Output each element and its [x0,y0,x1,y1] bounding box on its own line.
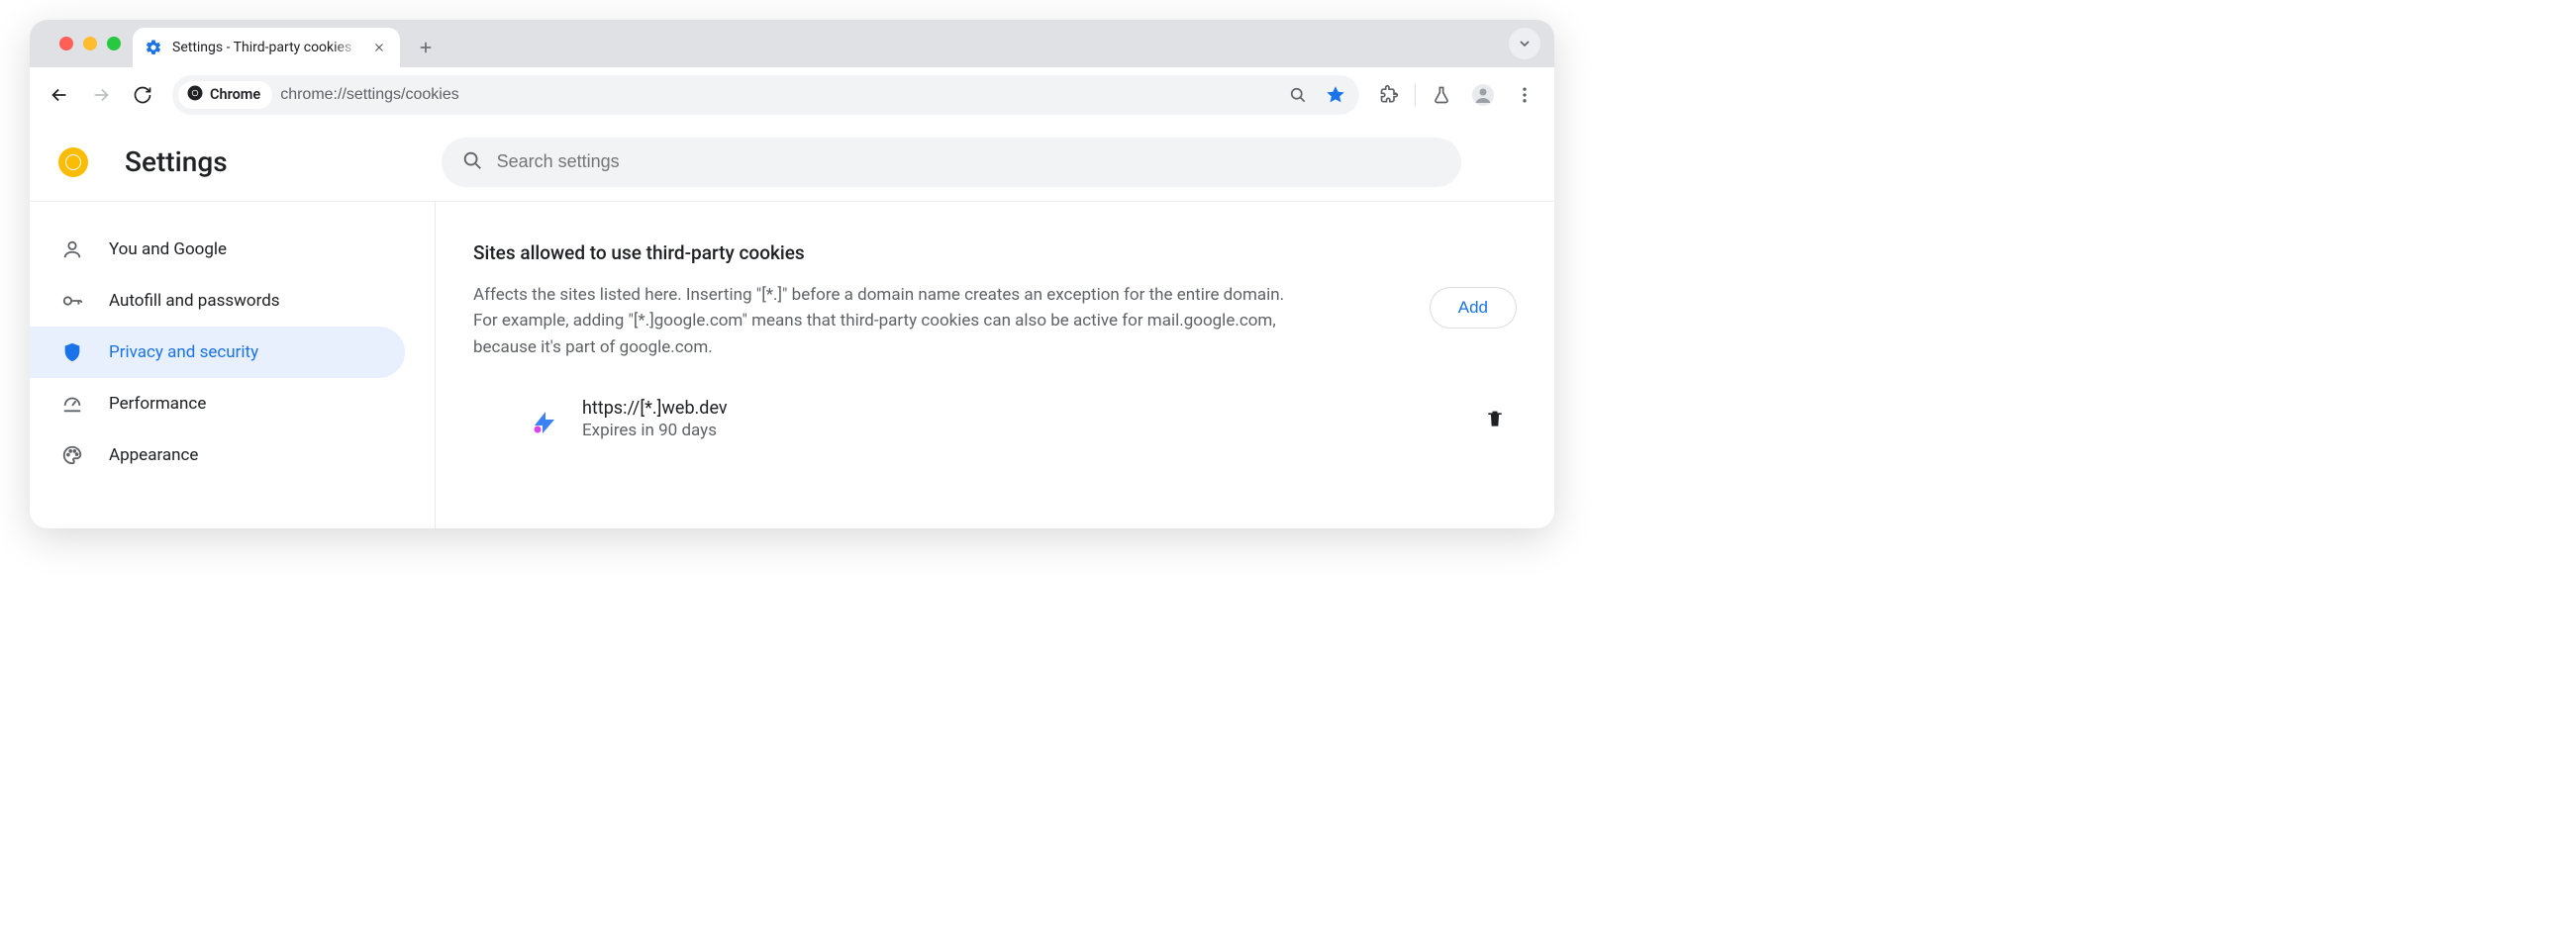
section-title: Sites allowed to use third-party cookies [473,241,1406,264]
close-tab-button[interactable] [370,39,388,56]
sidebar: You and Google Autofill and passwords Pr… [30,202,436,528]
section-header: Sites allowed to use third-party cookies… [473,241,1517,360]
search-settings-field[interactable] [442,138,1461,187]
browser-window: Settings - Third-party cookies [30,20,1554,528]
labs-button[interactable] [1424,77,1459,113]
page-title: Settings [125,145,228,178]
sidebar-item-you-and-google[interactable]: You and Google [30,224,405,275]
main-content: Sites allowed to use third-party cookies… [436,202,1554,528]
divider [1415,84,1416,106]
site-favicon-icon [529,404,560,435]
maximize-window-button[interactable] [107,37,121,50]
tab-strip: Settings - Third-party cookies [30,20,1554,67]
bookmark-star-icon[interactable] [1322,81,1349,109]
toolbar: Chrome [30,67,1554,123]
sidebar-item-label: Autofill and passwords [109,291,280,311]
reload-button[interactable] [125,77,160,113]
speedometer-icon [61,393,83,415]
tab-search-button[interactable] [1509,28,1540,59]
gear-icon [145,39,162,56]
sidebar-item-label: Privacy and security [109,342,258,362]
site-expiry: Expires in 90 days [582,421,1453,440]
settings-header: Settings [30,123,1554,202]
menu-button[interactable] [1507,77,1542,113]
settings-body: You and Google Autofill and passwords Pr… [30,202,1554,528]
close-window-button[interactable] [59,37,73,50]
tab-title: Settings - Third-party cookies [172,40,360,55]
forward-button[interactable] [83,77,119,113]
sidebar-item-label: Performance [109,394,206,414]
chrome-logo-icon [186,84,204,106]
extensions-button[interactable] [1371,77,1407,113]
add-button[interactable]: Add [1430,287,1517,329]
chrome-settings-logo-icon [57,146,89,178]
window-controls [48,20,133,67]
palette-icon [61,444,83,466]
delete-site-button[interactable] [1475,400,1515,439]
new-tab-button[interactable] [408,30,444,65]
zoom-icon[interactable] [1284,81,1312,109]
site-url: https://[*.]web.dev [582,398,1453,419]
sidebar-item-autofill[interactable]: Autofill and passwords [30,275,405,327]
section-description: Affects the sites listed here. Inserting… [473,282,1305,360]
sidebar-item-label: Appearance [109,445,198,465]
sidebar-item-appearance[interactable]: Appearance [30,429,405,481]
allowed-site-row: https://[*.]web.dev Expires in 90 days [473,386,1517,452]
search-icon [461,149,483,175]
shield-icon [61,341,83,363]
person-icon [61,238,83,260]
key-icon [61,290,83,312]
minimize-window-button[interactable] [83,37,97,50]
profile-button[interactable] [1465,77,1501,113]
search-settings-input[interactable] [497,151,1441,172]
address-bar[interactable]: Chrome [172,75,1359,115]
browser-tab[interactable]: Settings - Third-party cookies [133,28,400,67]
back-button[interactable] [42,77,77,113]
site-info-chip[interactable]: Chrome [178,81,272,109]
sidebar-item-label: You and Google [109,239,227,259]
sidebar-item-privacy[interactable]: Privacy and security [30,327,405,378]
url-input[interactable] [280,86,1276,104]
sidebar-item-performance[interactable]: Performance [30,378,405,429]
site-info-label: Chrome [210,86,260,103]
